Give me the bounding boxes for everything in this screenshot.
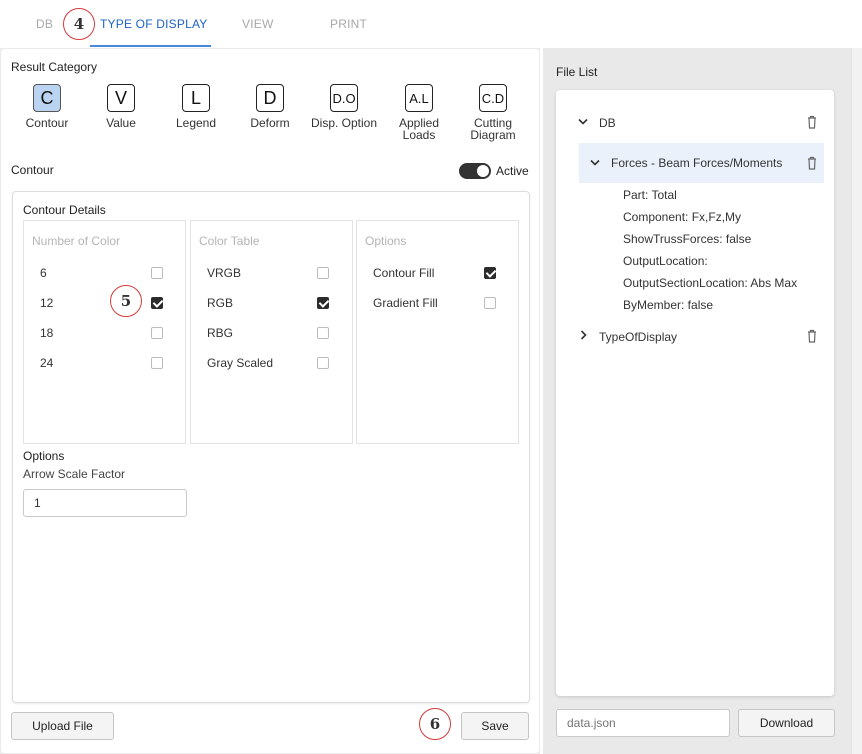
scrollbar-track[interactable] bbox=[851, 48, 862, 754]
tab-print[interactable]: PRINT bbox=[330, 17, 367, 31]
upload-file-button[interactable]: Upload File bbox=[11, 712, 114, 740]
contour-title: Contour bbox=[11, 163, 54, 177]
number-of-color-group: Number of Color 6 12 18 24 bbox=[23, 220, 186, 444]
tree-node-db[interactable]: DB bbox=[599, 116, 616, 130]
category-label: Cutting Diagram bbox=[458, 117, 528, 142]
download-button[interactable]: Download bbox=[738, 709, 835, 737]
gradient-fill-checkbox[interactable] bbox=[484, 297, 496, 309]
rgb-checkbox[interactable] bbox=[317, 297, 329, 309]
color-table-group: Color Table VRGB RGB RBG Gray Scaled bbox=[190, 220, 353, 444]
active-tab-indicator bbox=[90, 45, 211, 47]
tab-bar: DB TYPE OF DISPLAY VIEW PRINT bbox=[0, 0, 862, 48]
color-count-label: 24 bbox=[40, 356, 54, 370]
tree-property: Part: Total bbox=[623, 188, 677, 202]
color-table-label: RBG bbox=[207, 326, 234, 340]
color-table-label: Gray Scaled bbox=[207, 356, 274, 370]
category-legend[interactable]: L Legend bbox=[161, 84, 231, 129]
category-contour[interactable]: C Contour bbox=[12, 84, 82, 129]
trash-icon[interactable] bbox=[806, 329, 818, 343]
left-panel: Result Category C Contour V Value L Lege… bbox=[0, 48, 540, 754]
disp-option-icon: D.O bbox=[330, 84, 358, 112]
applied-loads-icon: A.L bbox=[405, 84, 433, 112]
contour-fill-checkbox[interactable] bbox=[484, 267, 496, 279]
tree-property: ByMember: false bbox=[623, 298, 714, 312]
arrow-scale-label: Arrow Scale Factor bbox=[23, 467, 126, 481]
file-tree: DB Forces - Beam Forces/Moments Part: To… bbox=[556, 90, 834, 696]
result-category-title: Result Category bbox=[11, 60, 98, 74]
annotation-6: 6 bbox=[419, 708, 451, 740]
chevron-down-icon[interactable] bbox=[578, 118, 588, 126]
contour-details-title: Contour Details bbox=[23, 203, 106, 217]
color-table-label: VRGB bbox=[207, 266, 242, 280]
color-count-6-checkbox[interactable] bbox=[151, 267, 163, 279]
value-icon: V bbox=[107, 84, 135, 112]
display-settings-panel: Result Category C Contour V Value L Lege… bbox=[1, 49, 539, 753]
active-label: Active bbox=[496, 164, 529, 178]
trash-icon[interactable] bbox=[806, 156, 818, 170]
toggle-knob bbox=[477, 165, 489, 177]
contour-icon: C bbox=[33, 84, 61, 112]
tree-node-forces[interactable]: Forces - Beam Forces/Moments bbox=[611, 156, 782, 170]
options-title: Options bbox=[23, 449, 65, 463]
color-count-label: 12 bbox=[40, 296, 54, 310]
chevron-down-icon[interactable] bbox=[590, 159, 600, 167]
category-label: Value bbox=[106, 116, 136, 130]
file-list-title: File List bbox=[556, 65, 598, 79]
annotation-4: 4 bbox=[63, 8, 95, 40]
tree-property: ShowTrussForces: false bbox=[623, 232, 752, 246]
color-count-24-checkbox[interactable] bbox=[151, 357, 163, 369]
tab-db[interactable]: DB bbox=[36, 17, 53, 31]
file-list-panel: File List DB Forces - Beam Forces/Moment… bbox=[543, 48, 851, 754]
tree-node-type-of-display[interactable]: TypeOfDisplay bbox=[599, 330, 677, 344]
fill-options-title: Options bbox=[365, 234, 407, 248]
annotation-5: 5 bbox=[110, 285, 142, 317]
contour-details-card: Contour Details Number of Color 6 12 18 … bbox=[12, 191, 530, 703]
chevron-right-icon[interactable] bbox=[580, 330, 588, 340]
tree-property: Component: Fx,Fz,My bbox=[623, 210, 742, 224]
fill-option-label: Gradient Fill bbox=[373, 296, 438, 310]
category-label-line2: Loads bbox=[402, 128, 436, 142]
category-label: Deform bbox=[250, 116, 290, 130]
rbg-checkbox[interactable] bbox=[317, 327, 329, 339]
fill-option-label: Contour Fill bbox=[373, 266, 435, 280]
vrgb-checkbox[interactable] bbox=[317, 267, 329, 279]
category-label: Disp. Option bbox=[310, 116, 378, 130]
active-toggle[interactable] bbox=[459, 163, 491, 179]
legend-icon: L bbox=[182, 84, 210, 112]
tab-type-of-display[interactable]: TYPE OF DISPLAY bbox=[100, 17, 207, 31]
number-of-color-title: Number of Color bbox=[32, 234, 121, 248]
arrow-scale-input[interactable]: 1 bbox=[23, 489, 187, 517]
filename-input[interactable] bbox=[556, 709, 730, 737]
color-table-title: Color Table bbox=[199, 234, 260, 248]
save-button[interactable]: Save bbox=[461, 712, 529, 740]
tree-property: OutputLocation: bbox=[623, 254, 708, 268]
color-count-label: 18 bbox=[40, 326, 54, 340]
fill-options-group: Options Contour Fill Gradient Fill bbox=[356, 220, 519, 444]
category-applied-loads[interactable]: A.L Applied Loads bbox=[384, 84, 454, 141]
color-table-label: RGB bbox=[207, 296, 234, 310]
deform-icon: D bbox=[256, 84, 284, 112]
category-cutting-diagram[interactable]: C.D Cutting Diagram bbox=[458, 84, 528, 141]
tree-property: OutputSectionLocation: Abs Max bbox=[623, 276, 798, 290]
trash-icon[interactable] bbox=[806, 115, 818, 129]
category-disp-option[interactable]: D.O Disp. Option bbox=[309, 84, 379, 129]
category-label-line2: Diagram bbox=[470, 128, 516, 142]
gray-scaled-checkbox[interactable] bbox=[317, 357, 329, 369]
tab-view[interactable]: VIEW bbox=[242, 17, 273, 31]
category-label: Legend bbox=[175, 116, 217, 130]
category-label: Applied Loads bbox=[384, 117, 454, 142]
color-count-label: 6 bbox=[40, 266, 47, 280]
category-deform[interactable]: D Deform bbox=[235, 84, 305, 129]
color-count-12-checkbox[interactable] bbox=[151, 297, 163, 309]
category-label: Contour bbox=[25, 116, 69, 130]
category-value[interactable]: V Value bbox=[86, 84, 156, 129]
color-count-18-checkbox[interactable] bbox=[151, 327, 163, 339]
cutting-diagram-icon: C.D bbox=[479, 84, 507, 112]
